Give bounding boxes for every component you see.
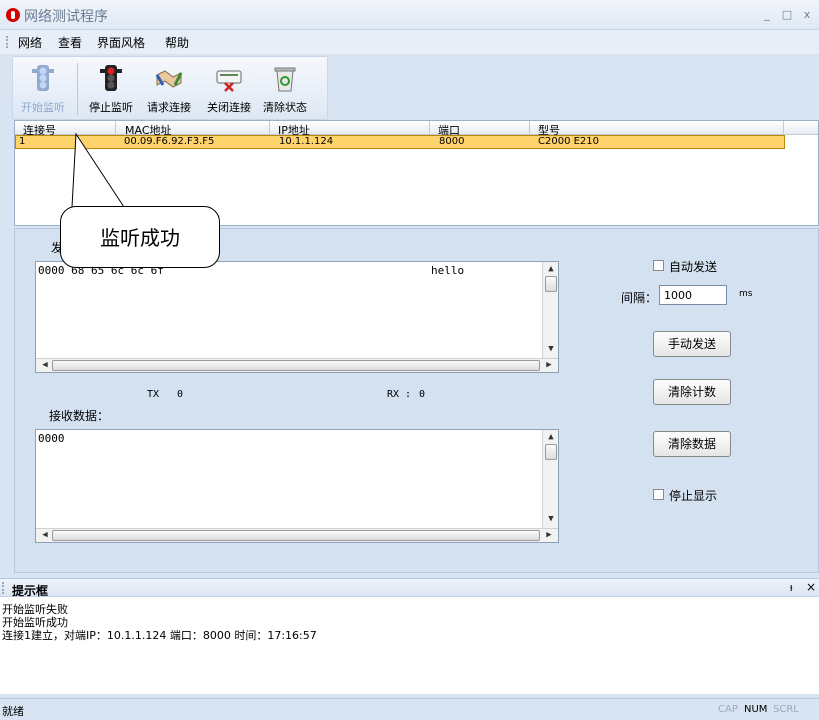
recycle-bin-icon	[274, 67, 296, 92]
cap-indicator: CAP	[718, 704, 738, 715]
close-connect-button[interactable]: 关闭连接	[201, 59, 257, 119]
tx-count: 0	[177, 389, 184, 400]
cell-ip: 10.1.1.124	[279, 136, 334, 147]
data-panel: 发 0000 68 65 6c 6c 6f hello ▲ ▼ ◀ ▶ TX 0…	[14, 228, 819, 573]
num-indicator: NUM	[744, 704, 768, 715]
traffic-light-icon	[32, 65, 54, 91]
col-divider	[269, 121, 270, 134]
clear-status-label: 清除状态	[263, 101, 307, 114]
handshake-icon	[155, 70, 183, 88]
panel-grip	[2, 582, 4, 594]
scrl-indicator: SCRL	[773, 704, 799, 715]
hint-panel-title: 提示框	[12, 584, 49, 598]
toolbar: 开始监听 停止监听 请求连接 关闭连接 清除状态	[12, 56, 328, 120]
vertical-scrollbar[interactable]: ▲ ▼	[542, 262, 558, 358]
start-listen-button[interactable]: 开始监听	[15, 59, 71, 119]
rx-label: RX :	[387, 389, 412, 400]
clear-status-button[interactable]: 清除状态	[257, 59, 313, 119]
start-listen-label: 开始监听	[21, 101, 65, 114]
close-connect-label: 关闭连接	[207, 101, 251, 114]
title-bar: 网络测试程序 _ □ x	[0, 0, 819, 30]
horizontal-scrollbar[interactable]: ◀ ▶	[36, 528, 558, 542]
stop-display-label: 停止显示	[669, 489, 718, 503]
status-bar: 就绪 CAP NUM SCRL	[0, 698, 819, 720]
toolbar-separator	[77, 63, 78, 115]
request-connect-label: 请求连接	[147, 101, 191, 114]
vertical-scrollbar[interactable]: ▲ ▼	[542, 430, 558, 528]
window-title: 网络测试程序	[24, 9, 108, 25]
scroll-left-arrow-icon[interactable]: ◀	[40, 360, 50, 370]
scroll-thumb[interactable]	[52, 360, 540, 371]
stop-display-checkbox[interactable]	[653, 489, 664, 500]
app-logo-icon	[6, 8, 20, 22]
horizontal-scrollbar[interactable]: ◀ ▶	[36, 358, 558, 372]
menu-help[interactable]: 帮助	[165, 34, 189, 51]
close-icon[interactable]: ×	[806, 580, 816, 594]
scroll-down-arrow-icon[interactable]: ▼	[545, 344, 557, 354]
col-divider	[529, 121, 530, 134]
request-connect-button[interactable]: 请求连接	[141, 59, 197, 119]
stop-listen-label: 停止监听	[89, 101, 133, 114]
send-ascii-text: hello	[431, 264, 465, 277]
status-text: 就绪	[2, 705, 24, 718]
scroll-up-arrow-icon[interactable]: ▲	[545, 264, 557, 274]
interval-label: 间隔：	[621, 291, 658, 305]
auto-send-checkbox[interactable]	[653, 260, 664, 271]
cell-model: C2000 E210	[538, 136, 600, 147]
cell-id: 1	[19, 136, 26, 147]
listen-success-callout: 监听成功	[60, 206, 220, 268]
interval-unit: ms	[739, 289, 753, 299]
hint-line: 连接1建立，对端IP：10.1.1.124 端口：8000 时间：17:16:5…	[2, 629, 317, 642]
scroll-down-arrow-icon[interactable]: ▼	[545, 514, 557, 524]
scroll-thumb[interactable]	[545, 444, 557, 460]
receive-text: 0000	[38, 432, 65, 445]
maximize-button[interactable]: □	[780, 8, 794, 22]
menu-view[interactable]: 查看	[58, 34, 82, 51]
scroll-thumb[interactable]	[52, 530, 540, 541]
hint-panel-header: 提示框 ᵼ ×	[0, 579, 819, 598]
hint-panel: 提示框 ᵼ × 开始监听失败 开始监听成功 连接1建立，对端IP：10.1.1.…	[0, 578, 819, 694]
auto-send-label: 自动发送	[669, 260, 718, 274]
col-divider	[429, 121, 430, 134]
col-divider	[783, 121, 784, 134]
pin-icon[interactable]: ᵼ	[790, 581, 792, 594]
scroll-right-arrow-icon[interactable]: ▶	[544, 530, 554, 540]
scroll-right-arrow-icon[interactable]: ▶	[544, 360, 554, 370]
scroll-up-arrow-icon[interactable]: ▲	[545, 432, 557, 442]
minimize-button[interactable]: _	[760, 8, 774, 22]
stop-listen-button[interactable]: 停止监听	[83, 59, 139, 119]
clear-data-button[interactable]: 清除数据	[653, 431, 731, 457]
interval-input[interactable]: 1000	[659, 285, 727, 305]
receive-data-textbox[interactable]: 0000 ▲ ▼ ◀ ▶	[35, 429, 559, 543]
traffic-light-icon	[100, 65, 122, 91]
menu-bar: 网络 查看 界面风格 帮助	[0, 30, 819, 54]
disconnect-icon	[216, 70, 242, 92]
cell-port: 8000	[439, 136, 465, 147]
manual-send-button[interactable]: 手动发送	[653, 331, 731, 357]
menu-network[interactable]: 网络	[18, 34, 42, 51]
menu-style[interactable]: 界面风格	[97, 34, 145, 51]
clear-count-button[interactable]: 清除计数	[653, 379, 731, 405]
receive-data-label: 接收数据：	[49, 409, 110, 423]
tx-label: TX	[147, 389, 160, 400]
rx-count: 0	[419, 389, 426, 400]
menu-grip	[6, 36, 8, 48]
callout-pointer	[71, 132, 125, 208]
scroll-left-arrow-icon[interactable]: ◀	[40, 530, 50, 540]
scroll-thumb[interactable]	[545, 276, 557, 292]
send-data-textbox[interactable]: 0000 68 65 6c 6c 6f hello ▲ ▼ ◀ ▶	[35, 261, 559, 373]
close-button[interactable]: x	[800, 8, 814, 22]
